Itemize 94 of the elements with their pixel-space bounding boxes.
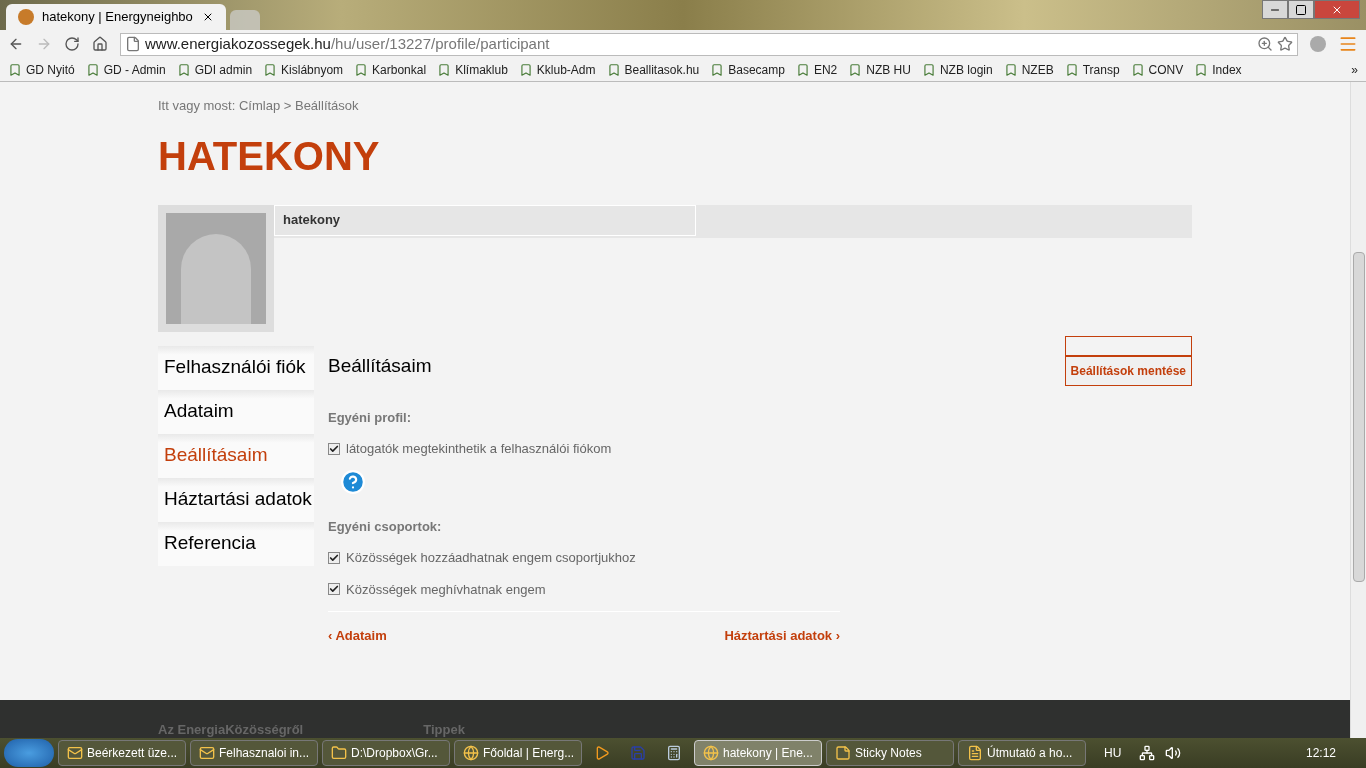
bookmark[interactable]: Beallitasok.hu [606, 60, 700, 79]
bookmark[interactable]: GD - Admin [85, 60, 166, 79]
bookmark[interactable]: NZEB [1003, 60, 1054, 79]
taskbar-button[interactable]: Felhasznaloi in... [190, 740, 318, 766]
bookmark-icon [1003, 62, 1018, 77]
app-icon [199, 745, 215, 761]
clock[interactable]: 12:12 [1305, 744, 1336, 762]
bookmark-icon [1064, 62, 1079, 77]
taskbar-button[interactable]: Sticky Notes [826, 740, 954, 766]
bookmark[interactable]: Index [1194, 60, 1242, 79]
bookmark[interactable]: NZB HU [848, 60, 911, 79]
page-icon [125, 36, 141, 52]
username: hatekony [274, 204, 696, 236]
bookmark-icon [710, 62, 725, 77]
app-icon [967, 745, 983, 761]
bookmark[interactable]: Kislábnyom [263, 60, 344, 79]
bookmark-icon [8, 62, 22, 77]
language-indicator[interactable]: HU [1104, 744, 1122, 762]
reload-icon[interactable] [64, 36, 80, 52]
bookmark[interactable]: GD Nyitó [8, 60, 75, 79]
star-icon[interactable] [1277, 36, 1293, 52]
bookmark-icon [85, 62, 100, 77]
scrollbar[interactable] [1350, 82, 1366, 738]
taskbar-button[interactable]: D:\Dropbox\Gr... [322, 740, 450, 766]
address-bar[interactable]: www.energiakozossegek.hu/hu/user/13227/profile/participant [120, 32, 1298, 56]
taskbar-button[interactable]: Főoldal | Energ... [454, 740, 582, 766]
checkbox[interactable] [328, 551, 340, 564]
bookmark[interactable]: CONV [1130, 60, 1184, 79]
bookmark-icon [518, 62, 533, 77]
checkbox-label: látogatók megtekinthetik a felhasználói fiókom [346, 440, 612, 458]
next-link[interactable]: Háztartási adatok › [724, 626, 840, 646]
start-button[interactable] [4, 739, 54, 767]
save-settings-button[interactable]: Beállítások mentése [1064, 355, 1192, 386]
help-icon[interactable] [340, 468, 366, 495]
back-icon[interactable] [8, 36, 24, 52]
breadcrumb-link[interactable]: Beállítások [294, 98, 359, 113]
scrollbar-thumb[interactable] [1352, 252, 1365, 582]
app-icon [835, 745, 851, 761]
side-menu-item[interactable]: Háztartási adatok [158, 477, 314, 522]
bookmark[interactable]: GDI admin [176, 60, 253, 79]
side-menu-item[interactable]: Adataim [158, 389, 314, 434]
group-title: Egyéni csoportok: [328, 517, 443, 536]
bookmark[interactable]: Klímaklub [437, 60, 508, 79]
media-player-icon[interactable] [594, 745, 610, 761]
tab-title: hatekony | Energyneighbo [42, 8, 194, 27]
volume-icon[interactable] [1165, 745, 1182, 761]
taskbar-button[interactable]: Beérkezett üze... [58, 740, 186, 766]
bookmark-icon [1194, 62, 1209, 77]
bookmark[interactable]: Kklub-Adm [518, 60, 596, 79]
calculator-icon[interactable] [666, 745, 682, 761]
side-menu-item[interactable]: Felhasználói fiók [158, 345, 314, 390]
bookmark-icon [795, 62, 810, 77]
bookmark-icon [437, 62, 452, 77]
breadcrumb-link[interactable]: Címlap [238, 98, 281, 113]
bookmark-icon [1130, 62, 1145, 77]
bookmark-icon [263, 62, 278, 77]
network-icon[interactable] [1139, 745, 1156, 761]
app-icon [463, 745, 479, 761]
side-menu-item[interactable]: Beállításaim [158, 433, 314, 478]
maximize-button[interactable] [1288, 0, 1314, 19]
checkbox[interactable] [328, 442, 340, 455]
checkbox-label: Közösségek hozzáadhatnak engem csoportjukhoz [346, 549, 636, 567]
close-icon[interactable] [202, 11, 214, 23]
maximize-icon [1295, 3, 1307, 16]
menu-icon[interactable] [1338, 34, 1358, 54]
bookmark-icon [354, 62, 369, 77]
page-title: HATEKONY [158, 135, 381, 176]
checkbox-label: Közösségek meghívhatnak engem [346, 580, 546, 599]
breadcrumb: Itt vagy most: Címlap > Beállítások [158, 97, 360, 115]
group-title: Egyéni profil: [328, 408, 413, 427]
home-icon[interactable] [92, 36, 108, 52]
bookmark[interactable]: NZB login [921, 60, 993, 79]
more-bookmarks[interactable]: » [1351, 60, 1358, 79]
bookmark-icon [921, 62, 936, 77]
bookmark-icon [848, 62, 863, 77]
previous-link[interactable]: ‹ Adataim [328, 626, 387, 646]
bookmark[interactable]: Karbonkal [354, 60, 427, 79]
bookmark[interactable]: Basecamp [710, 60, 785, 79]
taskbar-button[interactable]: hatekony | Ene... [694, 740, 822, 766]
app-icon [331, 745, 347, 761]
minimize-button[interactable] [1262, 0, 1288, 19]
app-icon [703, 745, 719, 761]
bookmark[interactable]: Transp [1064, 60, 1120, 79]
section-heading: Beállításaim [328, 353, 432, 378]
zoom-icon[interactable] [1257, 36, 1273, 52]
browser-tab[interactable]: hatekony | Energyneighbo [6, 4, 226, 30]
taskbar-button[interactable]: Útmutató a ho... [958, 740, 1086, 766]
bookmark-icon [606, 62, 621, 77]
url-text: www.energiakozossegek.hu/hu/user/13227/profile/participant [145, 33, 551, 54]
side-menu-item[interactable]: Referencia [158, 521, 314, 566]
bookmark-icon [176, 62, 191, 77]
app-icon [67, 745, 83, 761]
checkbox[interactable] [328, 583, 340, 596]
bookmark[interactable]: EN2 [795, 60, 838, 79]
